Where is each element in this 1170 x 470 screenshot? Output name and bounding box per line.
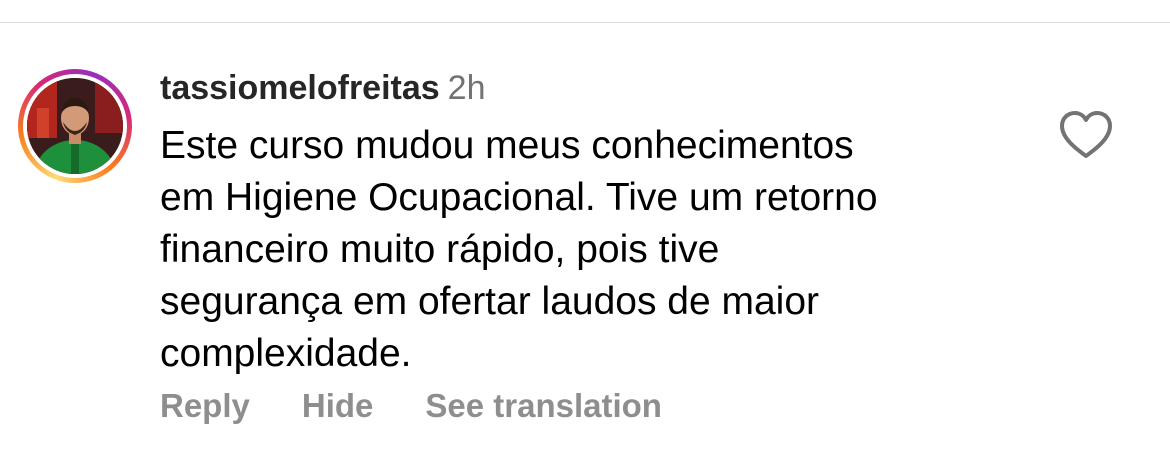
reply-button[interactable]: Reply [160, 387, 250, 424]
avatar-image [27, 78, 123, 174]
heart-icon[interactable] [1058, 110, 1114, 160]
comment-actions: Reply Hide See translation [160, 384, 662, 428]
username[interactable]: tassiomelofreitas [160, 69, 440, 107]
hide-button[interactable]: Hide [302, 387, 374, 424]
comment-text-line: Este curso mudou meus conhecimentos [160, 124, 854, 167]
story-ring[interactable] [18, 69, 132, 183]
comment-text-line: complexidade. [160, 332, 412, 375]
comment-text-line: segurança em ofertar laudos de maior [160, 280, 820, 323]
comment-header: tassiomelofreitas 2h [160, 66, 486, 110]
comment-timestamp: 2h [447, 69, 486, 107]
comment-screen: tassiomelofreitas 2h Este curso mudou meu… [0, 0, 1170, 470]
comment-text-line: em Higiene Ocupacional. Tive um retorno [160, 176, 878, 219]
comment-text: Este curso mudou meus conhecimentos em H… [160, 120, 1000, 380]
top-divider [0, 22, 1170, 23]
avatar[interactable] [27, 78, 123, 174]
see-translation-button[interactable]: See translation [425, 387, 662, 424]
comment-text-line: financeiro muito rápido, pois tive [160, 228, 720, 271]
